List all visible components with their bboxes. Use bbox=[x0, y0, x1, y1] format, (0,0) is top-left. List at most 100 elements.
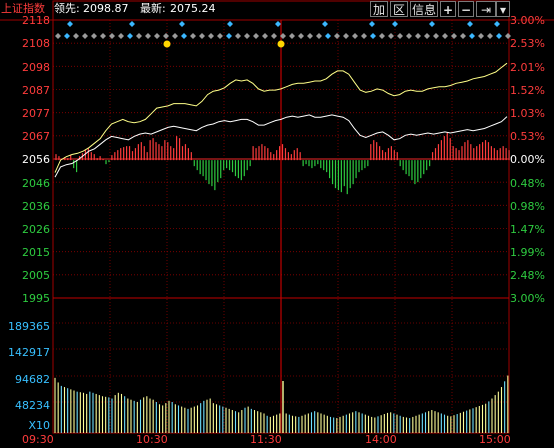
volume-tick-label: 189365 bbox=[8, 320, 50, 333]
price-tick-label: 2067 bbox=[22, 130, 50, 143]
menu-dropdown-button[interactable]: ▾ bbox=[496, 1, 510, 17]
event-marker-diamond-top bbox=[467, 21, 473, 27]
event-marker-diamond-blue bbox=[181, 33, 187, 39]
percent-tick-label: 3.00% bbox=[510, 292, 545, 305]
event-marker-dot bbox=[277, 40, 285, 48]
event-marker-diamond-top bbox=[227, 21, 233, 27]
percent-tick-label: 2.01% bbox=[510, 61, 545, 74]
zone-button[interactable]: 区 bbox=[390, 1, 408, 17]
percent-tick-label-base: 0.00% bbox=[510, 153, 545, 166]
event-marker-diamond bbox=[73, 33, 79, 39]
price-tick-label-base: 2056 bbox=[22, 153, 50, 166]
price-tick-label: 2077 bbox=[22, 107, 50, 120]
event-marker-diamond bbox=[199, 33, 205, 39]
event-marker-diamond bbox=[154, 33, 160, 39]
event-marker-diamond-top bbox=[129, 21, 135, 27]
event-marker-diamond bbox=[172, 33, 178, 39]
event-marker-diamond bbox=[379, 33, 385, 39]
event-marker-dot bbox=[163, 40, 171, 48]
percent-tick-label: 1.03% bbox=[510, 107, 545, 120]
price-tick-label: 1995 bbox=[22, 292, 50, 305]
breadth-bars bbox=[55, 132, 510, 195]
price-tick-label: 2087 bbox=[22, 84, 50, 97]
event-marker-diamond-blue bbox=[370, 33, 376, 39]
zoom-in-button[interactable]: + bbox=[440, 1, 456, 17]
percent-tick-label: 0.53% bbox=[510, 130, 545, 143]
price-tick-label: 2098 bbox=[22, 61, 50, 74]
last-label: 最新: bbox=[140, 2, 166, 15]
event-marker-diamond bbox=[262, 33, 268, 39]
percent-tick-label: 1.99% bbox=[510, 246, 545, 259]
event-marker-diamond bbox=[442, 33, 448, 39]
event-marker-diamond bbox=[190, 33, 196, 39]
event-marker-diamond-top bbox=[179, 21, 185, 27]
event-marker-diamond-top bbox=[369, 21, 375, 27]
event-marker-diamond bbox=[397, 33, 403, 39]
last-value: 2075.24 bbox=[170, 2, 216, 15]
price-tick-label: 2026 bbox=[22, 223, 50, 236]
percent-tick-label: 0.48% bbox=[510, 177, 545, 190]
event-marker-diamond bbox=[424, 33, 430, 39]
lead-label: 领先: bbox=[54, 2, 80, 15]
time-tick-label: 09:30 bbox=[22, 433, 54, 446]
percent-tick-label: 0.98% bbox=[510, 200, 545, 213]
event-marker-diamond-top bbox=[429, 21, 435, 27]
event-marker-diamond bbox=[487, 33, 493, 39]
event-marker-diamond bbox=[118, 33, 124, 39]
volume-tick-label: 48234 bbox=[15, 399, 50, 412]
event-marker-diamond bbox=[352, 33, 358, 39]
price-tick-label: 2108 bbox=[22, 37, 50, 50]
event-marker-diamond bbox=[433, 33, 439, 39]
event-marker-diamond bbox=[478, 33, 484, 39]
price-tick-label: 2046 bbox=[22, 177, 50, 190]
event-marker-diamond-top bbox=[392, 21, 398, 27]
event-marker-diamond bbox=[91, 33, 97, 39]
time-tick-label: 14:00 bbox=[365, 433, 397, 446]
price-tick-label: 2005 bbox=[22, 269, 50, 282]
event-marker-diamond bbox=[145, 33, 151, 39]
event-marker-diamond bbox=[217, 33, 223, 39]
volume-unit-label: X10 bbox=[28, 419, 50, 432]
event-marker-diamond bbox=[316, 33, 322, 39]
time-tick-label: 15:00 bbox=[479, 433, 511, 446]
jump-to-end-button[interactable]: ⇥ bbox=[476, 1, 496, 17]
event-marker-diamond bbox=[298, 33, 304, 39]
event-marker-diamond bbox=[343, 33, 349, 39]
percent-tick-label: 1.47% bbox=[510, 223, 545, 236]
event-marker-diamond bbox=[406, 33, 412, 39]
event-marker-diamond-blue bbox=[64, 33, 70, 39]
time-tick-label: 10:30 bbox=[136, 433, 168, 446]
price-tick-label: 2015 bbox=[22, 246, 50, 259]
event-marker-diamond bbox=[244, 33, 250, 39]
event-marker-diamond-blue bbox=[127, 33, 133, 39]
event-marker-diamond bbox=[253, 33, 259, 39]
event-marker-diamond bbox=[163, 33, 169, 39]
intraday-chart[interactable] bbox=[0, 0, 554, 448]
percent-tick-label: 3.00% bbox=[510, 14, 545, 27]
info-button[interactable]: 信息 bbox=[410, 1, 438, 17]
event-marker-diamond bbox=[361, 33, 367, 39]
time-tick-label: 11:30 bbox=[250, 433, 282, 446]
event-marker-diamond bbox=[208, 33, 214, 39]
volume-tick-label: 94682 bbox=[15, 373, 50, 386]
event-marker-diamond-blue bbox=[325, 33, 331, 39]
event-marker-diamond bbox=[289, 33, 295, 39]
event-marker-diamond-blue bbox=[226, 33, 232, 39]
add-button[interactable]: 加 bbox=[370, 1, 388, 17]
event-marker-diamond bbox=[235, 33, 241, 39]
event-marker-diamond bbox=[388, 33, 394, 39]
event-marker-diamond bbox=[334, 33, 340, 39]
event-marker-diamond-top bbox=[494, 21, 500, 27]
event-marker-diamond bbox=[460, 33, 466, 39]
event-marker-diamond-top bbox=[67, 21, 73, 27]
event-markers bbox=[55, 21, 511, 48]
percent-tick-label: 2.48% bbox=[510, 269, 545, 282]
zoom-out-button[interactable]: − bbox=[458, 1, 474, 17]
event-marker-diamond bbox=[82, 33, 88, 39]
intraday-chart-window: 上证指数 领先: 2098.87 最新: 2075.24 加 区 信息 + − … bbox=[0, 0, 554, 448]
event-marker-diamond bbox=[136, 33, 142, 39]
event-marker-diamond bbox=[55, 33, 61, 39]
event-marker-diamond bbox=[415, 33, 421, 39]
price-tick-label: 2036 bbox=[22, 200, 50, 213]
volume-tick-label: 142917 bbox=[8, 346, 50, 359]
